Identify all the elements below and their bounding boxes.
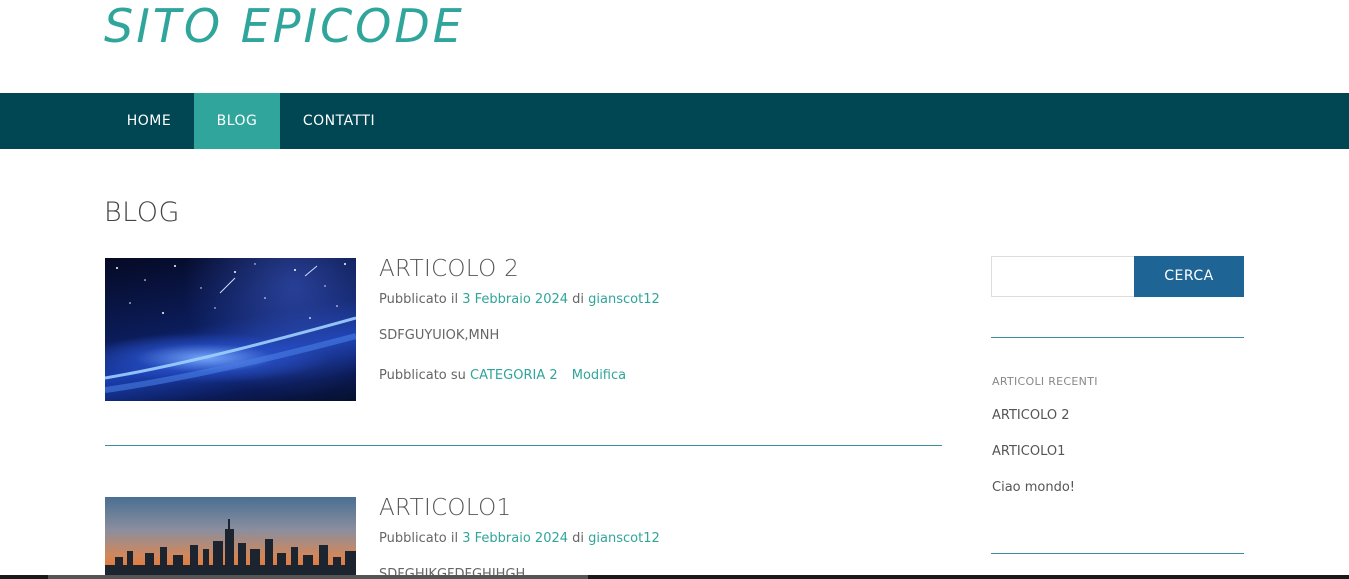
nav-item-home[interactable]: HOME — [105, 93, 193, 149]
sidebar-divider — [991, 553, 1244, 554]
post-divider — [105, 445, 942, 446]
edit-link[interactable]: Modifica — [572, 368, 626, 383]
sidebar-divider — [991, 337, 1244, 338]
post-author-link[interactable]: gianscot12 — [588, 531, 660, 546]
site-title[interactable]: SITO EPICODE — [104, 0, 465, 52]
post-thumbnail-city[interactable] — [105, 497, 356, 579]
nav-item-blog[interactable]: BLOG — [194, 93, 280, 149]
post-date-link[interactable]: 3 Febbraio 2024 — [462, 292, 568, 307]
meta-prefix: Pubblicato il — [379, 292, 459, 307]
recent-posts-title: ARTICOLI RECENTI — [992, 375, 1098, 388]
post-footer: Pubblicato su CATEGORIA 2 Modifica — [379, 368, 626, 383]
post-thumbnail-space[interactable] — [105, 258, 356, 401]
post-meta: Pubblicato il 3 Febbraio 2024 di giansco… — [379, 292, 660, 307]
search-button[interactable]: CERCA — [1134, 256, 1244, 297]
category-prefix: Pubblicato su — [379, 368, 466, 383]
post-excerpt: SDFGUYUIOK,MNH — [379, 328, 500, 343]
post-title[interactable]: ARTICOLO 2 — [379, 256, 519, 282]
post-date-link[interactable]: 3 Febbraio 2024 — [462, 531, 568, 546]
recent-post-link[interactable]: ARTICOLO1 — [992, 444, 1065, 459]
stars-illustration — [105, 263, 356, 393]
nav-item-contatti[interactable]: CONTATTI — [280, 93, 398, 149]
meta-by: di — [572, 292, 585, 307]
post-meta: Pubblicato il 3 Febbraio 2024 di giansco… — [379, 531, 660, 546]
post-author-link[interactable]: gianscot12 — [588, 292, 660, 307]
scrollbar-thumb[interactable] — [48, 575, 588, 579]
recent-post-link[interactable]: ARTICOLO 2 — [992, 408, 1069, 423]
meta-prefix: Pubblicato il — [379, 531, 459, 546]
skyline-illustration — [105, 519, 356, 579]
main-nav: HOME BLOG CONTATTI — [0, 93, 1349, 149]
meta-by: di — [572, 531, 585, 546]
search-input[interactable] — [991, 256, 1135, 297]
recent-post-link[interactable]: Ciao mondo! — [992, 480, 1075, 495]
post-title[interactable]: ARTICOLO1 — [379, 495, 511, 521]
category-link[interactable]: CATEGORIA 2 — [470, 368, 558, 383]
page-title: BLOG — [104, 197, 180, 228]
